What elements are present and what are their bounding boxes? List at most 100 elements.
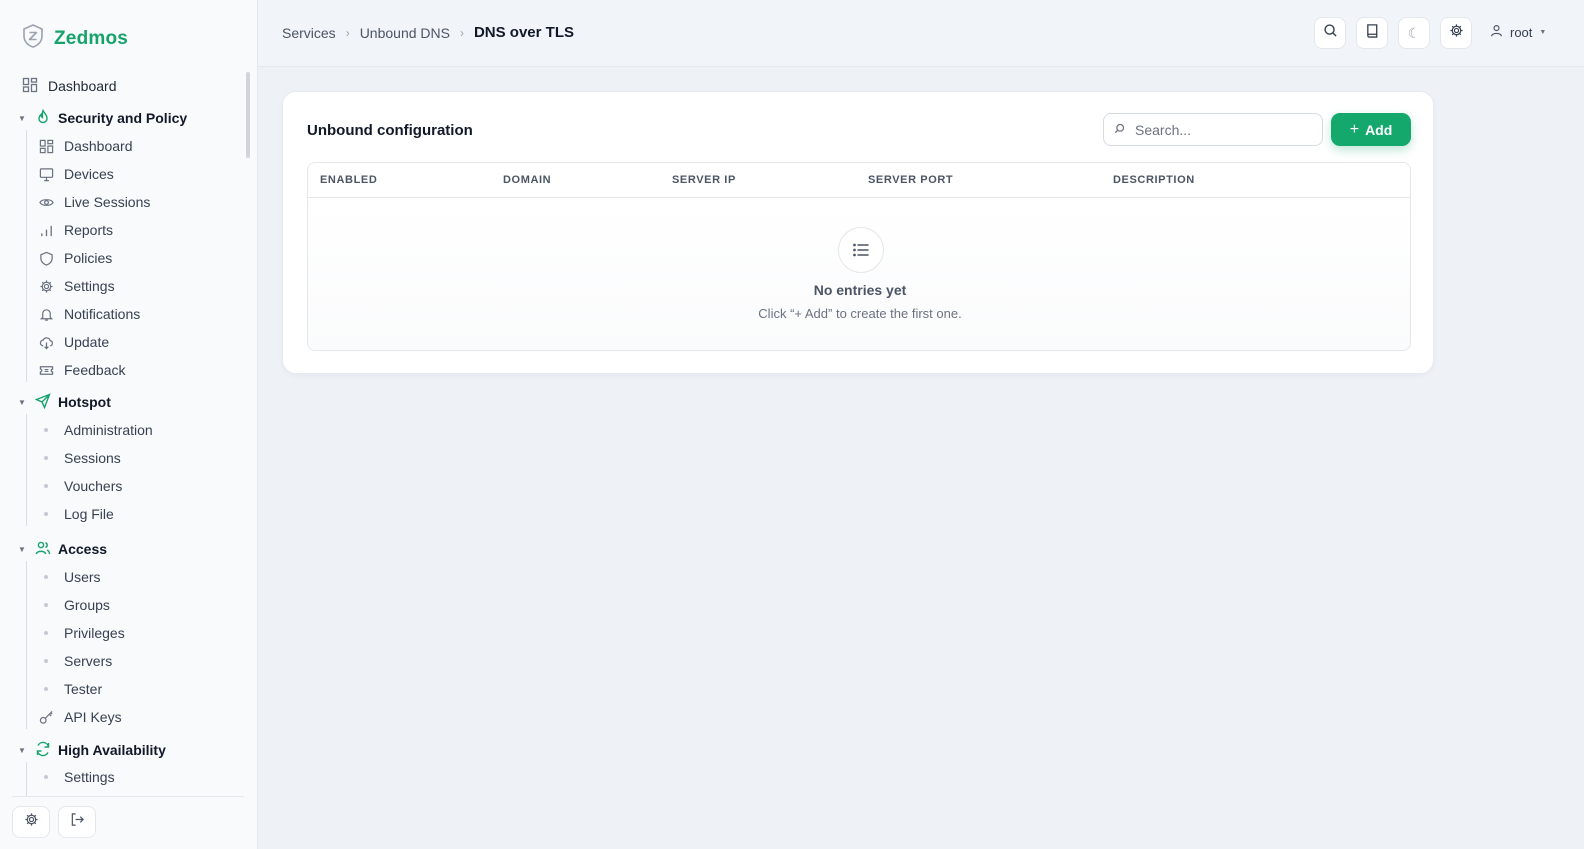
column-header-domain[interactable]: DOMAIN <box>503 174 551 186</box>
sidebar-item-privileges[interactable]: Privileges <box>38 623 125 643</box>
sidebar-item-policies[interactable]: Policies <box>38 248 112 268</box>
gear-icon <box>1449 23 1464 43</box>
sidebar-item-label: Dashboard <box>48 78 117 94</box>
sidebar-item-administration[interactable]: Administration <box>38 420 153 440</box>
sidebar-item-dashboard[interactable]: Dashboard <box>22 76 117 96</box>
caret-down-icon: ▼ <box>1539 28 1547 36</box>
docs-button[interactable] <box>1356 17 1388 49</box>
unbound-configuration-card: Unbound configuration + Add ENABLED DOMA… <box>282 91 1434 374</box>
logout-icon <box>70 812 85 832</box>
bullet-icon <box>44 512 48 516</box>
sidebar-nav: Dashboard ▼ Security and Policy Dashboar… <box>0 68 258 796</box>
sidebar: Zedmos Dashboard ▼ Security and Policy D… <box>0 0 258 849</box>
search-icon <box>1114 121 1125 139</box>
entries-table: ENABLED DOMAIN SERVER IP SERVER PORT DES… <box>307 162 1411 351</box>
column-header-server-ip[interactable]: SERVER IP <box>672 174 736 186</box>
sidebar-item-sessions[interactable]: Sessions <box>38 448 121 468</box>
list-icon <box>838 227 884 273</box>
group-divider <box>26 561 27 729</box>
key-icon <box>38 709 54 725</box>
users-icon <box>35 540 51 559</box>
gear-icon <box>24 812 39 832</box>
header-settings-button[interactable] <box>1440 17 1472 49</box>
sidebar-item-label: Users <box>64 569 101 585</box>
sidebar-group-access[interactable]: ▼ Access <box>18 538 107 560</box>
sidebar-item-api-keys[interactable]: API Keys <box>38 707 122 727</box>
sidebar-group-hotspot[interactable]: ▼ Hotspot <box>18 391 111 413</box>
grid-icon <box>38 138 54 154</box>
sidebar-item-devices[interactable]: Devices <box>38 164 114 184</box>
brand[interactable]: Zedmos <box>22 24 128 53</box>
sidebar-item-label: Live Sessions <box>64 194 151 210</box>
sidebar-item-label: Privileges <box>64 625 125 641</box>
card-title: Unbound configuration <box>307 122 473 139</box>
bullet-icon <box>44 687 48 691</box>
sidebar-item-log-file[interactable]: Log File <box>38 504 114 524</box>
column-header-description[interactable]: DESCRIPTION <box>1113 174 1195 186</box>
bell-icon <box>38 306 54 322</box>
group-divider <box>26 414 27 526</box>
add-button[interactable]: + Add <box>1331 113 1411 146</box>
bullet-icon <box>44 428 48 432</box>
empty-state-subtitle: Click “+ Add” to create the first one. <box>758 306 962 321</box>
sidebar-item-vouchers[interactable]: Vouchers <box>38 476 122 496</box>
sidebar-item-label: Administration <box>64 422 153 438</box>
sidebar-item-label: Dashboard <box>64 138 133 154</box>
logout-button[interactable] <box>58 806 96 838</box>
sidebar-item-feedback[interactable]: Feedback <box>38 360 125 380</box>
search-input[interactable] <box>1135 121 1305 138</box>
refresh-icon <box>35 741 51 760</box>
sidebar-item-users[interactable]: Users <box>38 567 101 587</box>
sidebar-item-tester[interactable]: Tester <box>38 679 102 699</box>
theme-toggle-button[interactable]: ☾ <box>1398 17 1430 49</box>
sidebar-settings-button[interactable] <box>12 806 50 838</box>
bullet-icon <box>44 659 48 663</box>
sidebar-item-notifications[interactable]: Notifications <box>38 304 140 324</box>
sidebar-item-settings[interactable]: Settings <box>38 276 115 296</box>
send-icon <box>34 392 51 412</box>
breadcrumb: Services › Unbound DNS › DNS over TLS <box>282 24 574 41</box>
sidebar-item-live-sessions[interactable]: Live Sessions <box>38 192 150 212</box>
user-menu[interactable]: root ▼ <box>1490 24 1546 40</box>
sidebar-footer-divider <box>12 796 244 797</box>
breadcrumb-services[interactable]: Services <box>282 25 336 41</box>
monitor-icon <box>38 166 54 182</box>
sidebar-group-high-availability[interactable]: ▼ High Availability <box>18 739 166 761</box>
sidebar-item-label: Notifications <box>64 306 141 322</box>
sidebar-item-groups[interactable]: Groups <box>38 595 110 615</box>
chevron-down-icon: ▼ <box>18 113 26 123</box>
sidebar-group-title: High Availability <box>58 742 166 758</box>
eye-icon <box>38 194 54 210</box>
sidebar-item-label: API Keys <box>64 709 122 725</box>
plus-icon: + <box>1349 120 1360 138</box>
grid-icon <box>22 77 38 96</box>
column-header-enabled[interactable]: ENABLED <box>320 174 377 186</box>
sidebar-item-label: Update <box>64 334 110 350</box>
sidebar-group-title: Security and Policy <box>58 110 188 126</box>
sidebar-item-label: Devices <box>64 166 114 182</box>
chevron-down-icon: ▼ <box>18 397 26 407</box>
group-divider <box>26 130 27 382</box>
page-title: DNS over TLS <box>473 24 574 41</box>
sidebar-item-reports[interactable]: Reports <box>38 220 113 240</box>
sidebar-group-security-and-policy[interactable]: ▼ Security and Policy <box>18 107 187 129</box>
breadcrumb-unbound-dns[interactable]: Unbound DNS <box>360 25 450 41</box>
search-box[interactable] <box>1103 113 1323 146</box>
flame-icon <box>35 108 51 128</box>
add-button-label: Add <box>1365 121 1393 138</box>
sidebar-item-label: Feedback <box>64 362 126 378</box>
bullet-icon <box>44 575 48 579</box>
search-button[interactable] <box>1314 17 1346 49</box>
sidebar-item-label: Reports <box>64 222 114 238</box>
sidebar-item-update[interactable]: Update <box>38 332 109 352</box>
sidebar-item-servers[interactable]: Servers <box>38 651 112 671</box>
sidebar-item-sp-dashboard[interactable]: Dashboard <box>38 136 133 156</box>
group-divider <box>26 762 27 796</box>
column-header-server-port[interactable]: SERVER PORT <box>868 174 953 186</box>
sidebar-item-label: Settings <box>64 769 115 785</box>
search-icon <box>1323 23 1338 43</box>
empty-state: No entries yet Click “+ Add” to create t… <box>308 198 1410 350</box>
table-header: ENABLED DOMAIN SERVER IP SERVER PORT DES… <box>308 163 1410 198</box>
top-header: Services › Unbound DNS › DNS over TLS ☾ <box>258 0 1584 67</box>
sidebar-item-ha-settings[interactable]: Settings <box>38 767 115 787</box>
